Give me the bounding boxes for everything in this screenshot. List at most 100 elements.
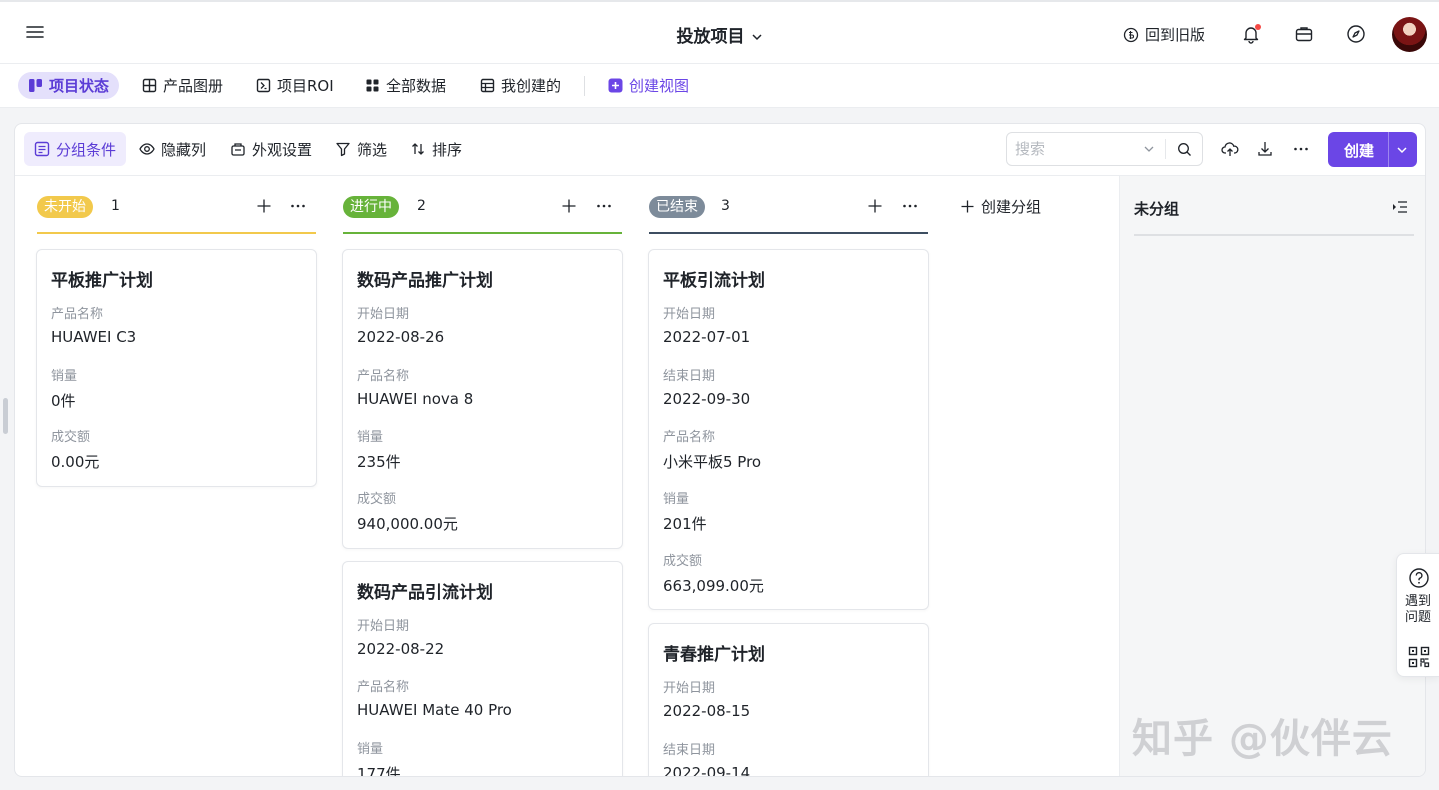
- create-group-button[interactable]: 创建分组: [960, 196, 1041, 217]
- field-value: 2022-09-14: [663, 764, 751, 777]
- field-value: HUAWEI Mate 40 Pro: [357, 701, 512, 719]
- plus-icon: [960, 199, 975, 214]
- tab-label: 我创建的: [501, 77, 562, 95]
- collapse-panel-icon[interactable]: [1391, 198, 1409, 216]
- old-version-icon: [1123, 27, 1139, 43]
- field-value: 2022-08-15: [663, 702, 751, 720]
- top-bar: 投放项目 回到旧版: [0, 0, 1439, 64]
- field-label: 销量: [357, 430, 384, 445]
- help-label[interactable]: 遇到问题: [1403, 594, 1433, 626]
- card[interactable]: 数码产品引流计划 开始日期 2022-08-22 产品名称 HUAWEI Mat…: [342, 561, 623, 777]
- qr-code-icon[interactable]: [1408, 646, 1430, 668]
- field-value: 2022-09-30: [663, 390, 751, 408]
- tab-all-data[interactable]: 全部数据: [355, 72, 456, 99]
- field-value: 940,000.00元: [357, 515, 458, 533]
- card[interactable]: 青春推广计划 开始日期 2022-08-15 结束日期 2022-09-14: [648, 623, 929, 777]
- tab-project-roi[interactable]: 项目ROI: [246, 72, 344, 99]
- field-label: 产品名称: [357, 369, 410, 384]
- status-badge: 已结束: [649, 196, 705, 218]
- field-value: 0件: [51, 392, 76, 410]
- search-icon[interactable]: [1177, 142, 1192, 157]
- create-label: 创建: [1344, 142, 1375, 160]
- eye-icon: [139, 141, 155, 157]
- table-icon: [480, 78, 495, 93]
- search-input[interactable]: [1015, 139, 1135, 159]
- filter-button[interactable]: 筛选: [325, 132, 397, 166]
- bell-icon[interactable]: [1241, 24, 1261, 44]
- appearance-button[interactable]: 外观设置: [220, 132, 322, 166]
- download-icon[interactable]: [1256, 140, 1274, 158]
- watermark: 知乎 @伙伴云: [1132, 716, 1393, 762]
- tab-my-created[interactable]: 我创建的: [470, 72, 571, 99]
- group-by-label: 分组条件: [56, 140, 117, 159]
- notification-dot: [1255, 24, 1261, 30]
- app-title-dropdown[interactable]: 投放项目: [0, 22, 1439, 47]
- tab-project-status[interactable]: 项目状态: [18, 72, 120, 99]
- sidebar-resize-handle[interactable]: [3, 398, 8, 434]
- create-button[interactable]: 创建: [1328, 132, 1417, 167]
- create-split-divider: [1388, 132, 1389, 167]
- column-header-in-progress: 进行中 2: [343, 196, 623, 230]
- chevron-down-icon[interactable]: [1143, 143, 1155, 155]
- board-toolbar: 分组条件 隐藏列 外观设置 筛选 排序 搜索 创建: [15, 124, 1425, 176]
- compass-icon[interactable]: [1346, 24, 1366, 44]
- app-title: 投放项目: [676, 27, 745, 47]
- field-value: 2022-08-26: [357, 328, 445, 346]
- add-card-icon[interactable]: [255, 197, 273, 215]
- old-version-label: 回到旧版: [1145, 26, 1206, 44]
- chevron-down-icon: [751, 31, 763, 43]
- card[interactable]: 数码产品推广计划 开始日期 2022-08-26 产品名称 HUAWEI nov…: [342, 249, 623, 549]
- field-label: 成交额: [357, 492, 397, 507]
- field-value: 2022-07-01: [663, 328, 751, 346]
- card-title: 平板推广计划: [51, 271, 153, 291]
- field-value: HUAWEI nova 8: [357, 390, 474, 408]
- column-count: 1: [111, 198, 120, 214]
- search-box: [1006, 132, 1203, 166]
- create-group-label: 创建分组: [981, 198, 1042, 216]
- tab-label: 全部数据: [386, 77, 447, 95]
- gallery-icon: [142, 78, 157, 93]
- ungrouped-underline: [1134, 234, 1414, 236]
- card[interactable]: 平板引流计划 开始日期 2022-07-01 结束日期 2022-09-30 产…: [648, 249, 929, 610]
- avatar[interactable]: [1392, 17, 1427, 52]
- column-underline: [649, 232, 928, 234]
- field-value: 2022-08-22: [357, 640, 445, 658]
- help-widget: 遇到问题: [1396, 553, 1439, 677]
- hide-columns-button[interactable]: 隐藏列: [129, 132, 216, 166]
- add-card-icon[interactable]: [560, 197, 578, 215]
- field-value: 201件: [663, 515, 707, 533]
- formula-icon: [256, 78, 271, 93]
- grid-icon: [365, 78, 380, 93]
- tab-divider: [584, 76, 585, 96]
- field-label: 成交额: [663, 554, 703, 569]
- card[interactable]: 平板推广计划 产品名称 HUAWEI C3 销量 0件 成交额 0.00元: [36, 249, 317, 487]
- add-card-icon[interactable]: [866, 197, 884, 215]
- sort-button[interactable]: 排序: [400, 132, 472, 166]
- field-label: 开始日期: [663, 681, 716, 696]
- field-value: 0.00元: [51, 453, 100, 471]
- view-tabs-bar: 项目状态 产品图册 项目ROI 全部数据 我创建的 创建视图: [0, 64, 1439, 108]
- field-label: 结束日期: [663, 369, 716, 384]
- group-by-button[interactable]: 分组条件: [24, 132, 127, 166]
- chevron-down-icon[interactable]: [1396, 144, 1408, 156]
- tab-label: 创建视图: [629, 77, 690, 95]
- field-value: 小米平板5 Pro: [663, 453, 762, 471]
- field-label: 成交额: [51, 430, 91, 445]
- board-panel: 分组条件 隐藏列 外观设置 筛选 排序 搜索 创建 未开始 1 平板推广计划 产…: [14, 123, 1426, 777]
- help-icon[interactable]: [1408, 567, 1430, 589]
- upload-icon[interactable]: [1221, 140, 1239, 158]
- more-icon[interactable]: [901, 197, 919, 215]
- more-icon[interactable]: [595, 197, 613, 215]
- tab-create-view[interactable]: 创建视图: [598, 72, 699, 99]
- more-icon[interactable]: [1292, 140, 1310, 158]
- appearance-icon: [230, 141, 246, 157]
- sort-label: 排序: [432, 140, 463, 159]
- briefcase-icon[interactable]: [1294, 24, 1314, 44]
- field-value: 177件: [357, 765, 401, 777]
- status-badge: 未开始: [37, 196, 93, 218]
- group-icon: [34, 141, 50, 157]
- more-icon[interactable]: [289, 197, 307, 215]
- old-version-button[interactable]: 回到旧版: [1123, 24, 1205, 45]
- field-label: 产品名称: [357, 680, 410, 695]
- tab-product-gallery[interactable]: 产品图册: [132, 72, 233, 99]
